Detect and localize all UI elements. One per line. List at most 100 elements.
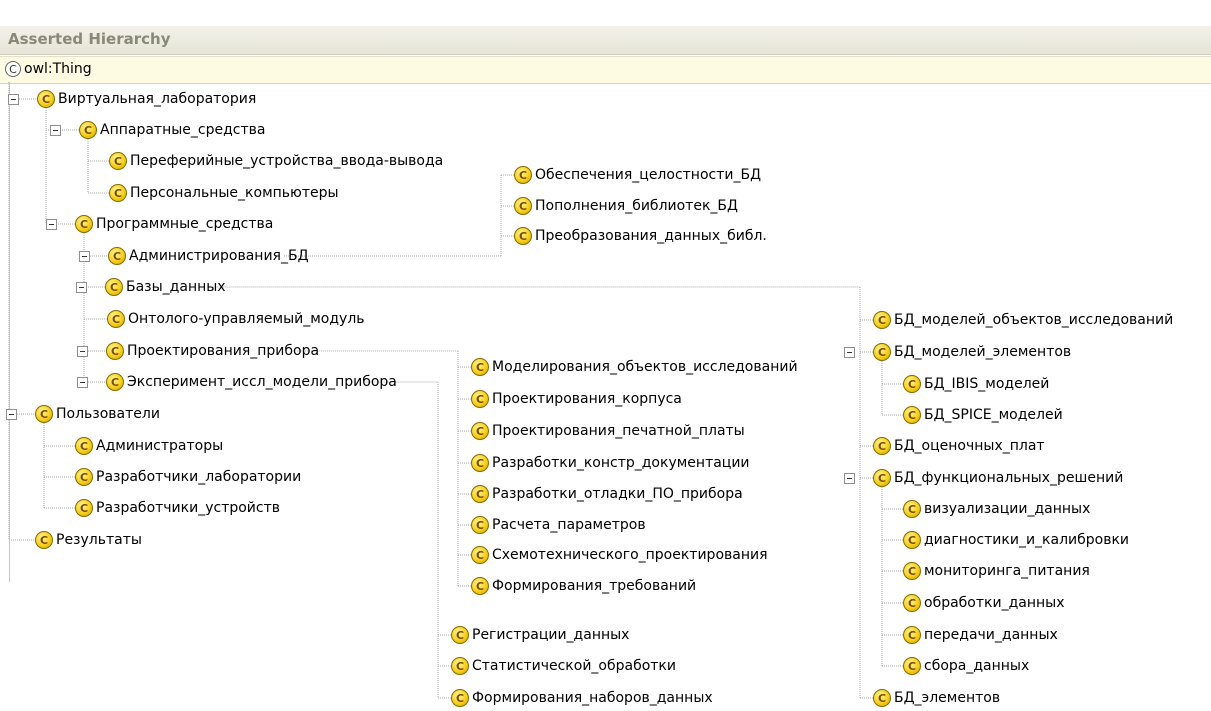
class-label: БД_функциональных_решений	[894, 470, 1124, 486]
class-icon: C	[75, 215, 93, 233]
class-icon: C	[471, 546, 489, 564]
collapse-toggle-icon[interactable]	[77, 377, 88, 388]
class-label: Виртуальная_лаборатория	[58, 91, 257, 107]
class-icon: C	[903, 500, 921, 518]
class-icon: C	[903, 375, 921, 393]
class-node[interactable]: C Переферийные_устройства_ввода-вывода	[109, 150, 443, 172]
class-icon: C	[471, 516, 489, 534]
class-icon: C	[5, 61, 21, 77]
class-node[interactable]: Cсбора_данных	[903, 655, 1029, 677]
class-label: Формирования_наборов_данных	[472, 690, 713, 706]
class-label: Аппаратные_средства	[100, 122, 266, 138]
class-node[interactable]: C Моделирования_объектов_исследований	[471, 356, 798, 378]
class-label: Проектирования_печатной_платы	[492, 423, 745, 439]
class-node[interactable]: C Персональные_компьютеры	[109, 182, 339, 204]
class-node[interactable]: C Онтолого-управляемый_модуль	[107, 308, 365, 330]
class-node[interactable]: C БД_SPICE_моделей	[903, 404, 1063, 426]
class-node[interactable]: C Проектирования_прибора	[106, 340, 319, 362]
class-node[interactable]: C БД_элементов	[873, 687, 1000, 709]
class-label: Базы_данных	[126, 279, 226, 295]
collapse-toggle-icon[interactable]	[6, 409, 17, 420]
class-icon: C	[106, 373, 124, 391]
class-icon: C	[109, 184, 127, 202]
class-label: БД_SPICE_моделей	[924, 407, 1063, 423]
class-node[interactable]: C БД_IBIS_моделей	[903, 373, 1049, 395]
class-label: передачи_данных	[924, 627, 1058, 643]
class-icon: C	[903, 626, 921, 644]
class-label: БД_оценочных_плат	[894, 438, 1045, 454]
class-label: Преобразования_данных_библ.	[535, 228, 767, 244]
class-node[interactable]: C Проектирования_корпуса	[471, 388, 682, 410]
class-node[interactable]: C Обеспечения_целостности_БД	[514, 164, 761, 186]
class-icon: C	[903, 562, 921, 580]
class-icon: C	[903, 594, 921, 612]
class-icon: C	[35, 405, 53, 423]
class-label: Моделирования_объектов_исследований	[492, 359, 798, 375]
collapse-toggle-icon[interactable]	[46, 219, 57, 230]
class-node[interactable]: C БД_моделей_объектов_исследований	[873, 309, 1173, 331]
root-class-row[interactable]: C owl:Thing	[0, 56, 1211, 84]
class-icon: C	[471, 454, 489, 472]
class-node[interactable]: C Разработки_констр_документации	[471, 452, 750, 474]
class-node[interactable]: Cвизуализации_данных	[903, 498, 1090, 520]
class-node[interactable]: C Расчета_параметров	[471, 514, 646, 536]
class-icon: C	[471, 358, 489, 376]
class-node[interactable]: C Пополнения_библиотек_БД	[514, 195, 738, 217]
class-node[interactable]: C Разработчики_устройств	[75, 497, 280, 519]
class-icon: C	[451, 689, 469, 707]
class-node[interactable]: Cобработки_данных	[903, 592, 1064, 614]
class-icon: C	[105, 278, 123, 296]
class-node[interactable]: Cмониторинга_питания	[903, 560, 1090, 582]
class-node[interactable]: C Преобразования_данных_библ.	[514, 225, 767, 247]
class-node[interactable]: C Регистрации_данных	[451, 624, 629, 646]
class-label: Пользователи	[56, 406, 160, 422]
class-node[interactable]: C БД_функциональных_решений	[873, 467, 1123, 489]
class-node[interactable]: C Администраторы	[75, 435, 223, 457]
collapse-toggle-icon[interactable]	[844, 473, 855, 484]
class-node[interactable]: C Формирования_наборов_данных	[451, 687, 713, 709]
class-node[interactable]: C Формирования_требований	[471, 575, 696, 597]
class-label: Администраторы	[96, 438, 224, 454]
collapse-toggle-icon[interactable]	[50, 125, 61, 136]
class-label: Результаты	[56, 532, 142, 548]
class-node[interactable]: C Результаты	[35, 529, 142, 551]
class-icon: C	[451, 626, 469, 644]
collapse-toggle-icon[interactable]	[76, 282, 87, 293]
class-node[interactable]: Cпередачи_данных	[903, 624, 1058, 646]
class-label: БД_элементов	[894, 690, 1001, 706]
class-label: БД_моделей_элементов	[894, 344, 1072, 360]
class-node[interactable]: C Эксперимент_иссл_модели_прибора	[106, 371, 397, 393]
collapse-toggle-icon[interactable]	[77, 346, 88, 357]
class-icon: C	[75, 437, 93, 455]
class-icon: C	[106, 342, 124, 360]
class-node[interactable]: C БД_моделей_элементов	[873, 341, 1071, 363]
class-node[interactable]: C БД_оценочных_плат	[873, 435, 1045, 457]
class-label: Обеспечения_целостности_БД	[535, 167, 762, 183]
class-node[interactable]: C Виртуальная_лаборатория	[37, 88, 256, 110]
class-node[interactable]: C Администрирования_БД	[108, 245, 309, 267]
class-icon: C	[109, 152, 127, 170]
class-label: Регистрации_данных	[472, 627, 630, 643]
class-label: Администрирования_БД	[129, 248, 309, 264]
class-node[interactable]: C Разработки_отладки_ПО_прибора	[471, 483, 743, 505]
class-icon: C	[451, 657, 469, 675]
class-node[interactable]: C Аппаратные_средства	[79, 119, 265, 141]
class-icon: C	[75, 468, 93, 486]
class-label: Схемотехнического_проектирования	[492, 547, 768, 563]
class-icon: C	[873, 689, 891, 707]
class-node[interactable]: C Схемотехнического_проектирования	[471, 544, 768, 566]
collapse-toggle-icon[interactable]	[79, 251, 90, 262]
collapse-toggle-icon[interactable]	[844, 347, 855, 358]
collapse-toggle-icon[interactable]	[8, 94, 19, 105]
class-node[interactable]: C Базы_данных	[105, 276, 226, 298]
class-node[interactable]: Cдиагностики_и_калибровки	[903, 529, 1129, 551]
class-node[interactable]: C Программные_средства	[75, 213, 273, 235]
class-node[interactable]: C Статистической_обработки	[451, 655, 676, 677]
class-node[interactable]: C Разработчики_лаборатории	[75, 466, 301, 488]
class-tree: C Виртуальная_лаборатория C Аппаратные_сред…	[0, 0, 1211, 711]
class-label: Персональные_компьютеры	[130, 185, 339, 201]
class-node[interactable]: C Пользователи	[35, 403, 160, 425]
class-icon: C	[79, 121, 97, 139]
class-label: сбора_данных	[924, 658, 1030, 674]
class-node[interactable]: C Проектирования_печатной_платы	[471, 420, 745, 442]
